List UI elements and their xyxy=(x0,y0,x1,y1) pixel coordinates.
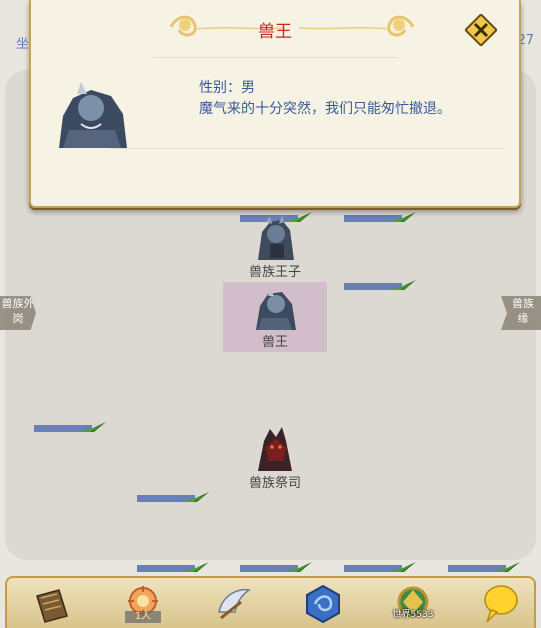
world-badge: 世界5533 xyxy=(392,610,434,620)
wing-skill-icon[interactable] xyxy=(211,582,255,626)
exit-left-button[interactable]: 兽族外 岗 xyxy=(0,296,36,330)
team-button[interactable]: 1人 xyxy=(121,582,165,626)
dialog-title: 兽王 xyxy=(258,22,292,42)
beast-priest-portrait xyxy=(252,425,298,471)
exit-left-label: 兽族外 岗 xyxy=(1,297,35,325)
npc-label: 兽族祭司 xyxy=(248,476,301,491)
grass-tile xyxy=(34,420,106,434)
npc-priest[interactable]: 兽族祭司 xyxy=(223,425,327,491)
beast-king-portrait xyxy=(252,284,298,330)
team-count-badge: 1人 xyxy=(125,611,161,623)
npc-prince[interactable]: 兽族王子 xyxy=(223,214,327,280)
beast-king-large-portrait xyxy=(57,80,129,148)
bottom-toolbar: 1人 世界5533 xyxy=(5,576,536,628)
beast-prince-portrait xyxy=(252,214,298,260)
grass-tile xyxy=(344,278,416,292)
npc-label: 兽王 xyxy=(261,335,288,350)
npc-label: 兽族王子 xyxy=(248,265,301,280)
dialog-divider xyxy=(109,148,504,149)
exit-right-label: 兽族 缘 xyxy=(512,297,534,325)
grass-tile xyxy=(240,560,312,574)
header-left-text: 坐 xyxy=(16,37,30,52)
chat-bubble-icon[interactable] xyxy=(479,582,523,626)
grass-tile xyxy=(137,560,209,574)
exit-right-button[interactable]: 兽族 缘 xyxy=(501,296,541,330)
close-icon[interactable] xyxy=(465,14,497,46)
grass-tile xyxy=(448,560,520,574)
grass-tile xyxy=(344,210,416,224)
description-text: 魔气来的十分突然，我们只能匆忙撤退。 xyxy=(199,101,451,117)
blue-orb-icon[interactable] xyxy=(301,582,345,626)
grass-tile xyxy=(137,490,209,504)
gender-text: 性别：男 xyxy=(199,80,255,96)
grass-tile xyxy=(344,560,416,574)
world-button[interactable]: 世界5533 xyxy=(391,582,435,626)
npc-info: 性别：男 魔气来的十分突然，我们只能匆忙撤退。 xyxy=(199,78,451,120)
scroll-icon[interactable] xyxy=(31,582,75,626)
title-ornament-right-icon xyxy=(297,12,417,42)
npc-beast-king[interactable]: 兽王 xyxy=(223,282,327,352)
npc-info-dialog: 兽王 性别：男 魔气来的十分突然，我们只能匆忙撤退。 xyxy=(29,0,521,208)
title-divider xyxy=(153,57,398,58)
